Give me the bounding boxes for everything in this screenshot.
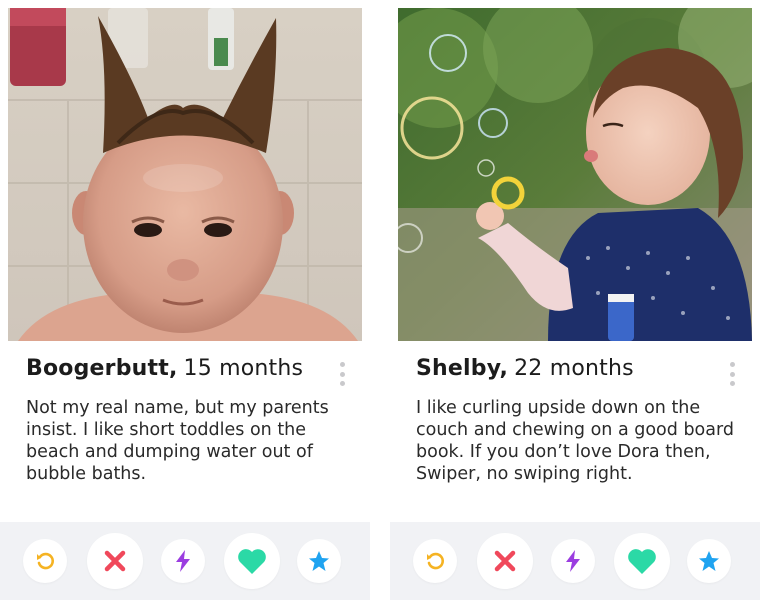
- super-like-button[interactable]: [297, 539, 341, 583]
- nope-button[interactable]: [477, 533, 533, 589]
- action-bar: [0, 522, 370, 600]
- nope-icon: [494, 550, 516, 572]
- profile-photo[interactable]: [8, 8, 362, 341]
- profile-name: Boogerbutt,: [26, 356, 178, 381]
- profile-name: Shelby,: [416, 356, 509, 381]
- super-like-icon: [309, 551, 329, 571]
- profile-bio: Not my real name, but my parents insist.…: [26, 398, 329, 484]
- like-icon: [628, 549, 656, 574]
- profile-photo[interactable]: [398, 8, 752, 341]
- profile-card[interactable]: Boogerbutt, 15 months Not my real name, b…: [0, 0, 370, 600]
- like-button[interactable]: [224, 533, 280, 589]
- profile-age: 15 months: [183, 356, 304, 381]
- nope-icon: [104, 550, 126, 572]
- super-like-icon: [699, 551, 719, 571]
- boost-button[interactable]: [551, 539, 595, 583]
- profile-name-age: Boogerbutt, 15 months: [26, 356, 303, 381]
- super-like-button[interactable]: [687, 539, 731, 583]
- rewind-icon: [427, 552, 444, 570]
- profile-age: 22 months: [514, 356, 634, 381]
- rewind-button[interactable]: [413, 539, 457, 583]
- action-bar: [390, 522, 760, 600]
- girl-bubbles-photo: [398, 8, 752, 341]
- boost-icon: [176, 550, 190, 572]
- profile-card[interactable]: Shelby, 22 months I like curling upside d…: [390, 0, 760, 600]
- rewind-icon: [37, 552, 54, 570]
- more-options-icon[interactable]: [726, 362, 738, 386]
- like-button[interactable]: [614, 533, 670, 589]
- rewind-button[interactable]: [23, 539, 67, 583]
- profile-name-age: Shelby, 22 months: [416, 356, 634, 381]
- baby-photo: [8, 8, 362, 341]
- boost-button[interactable]: [161, 539, 205, 583]
- more-options-icon[interactable]: [336, 362, 348, 386]
- profile-bio: I like curling upside down on the couch …: [416, 398, 734, 484]
- like-icon: [238, 549, 266, 574]
- boost-icon: [566, 550, 580, 572]
- nope-button[interactable]: [87, 533, 143, 589]
